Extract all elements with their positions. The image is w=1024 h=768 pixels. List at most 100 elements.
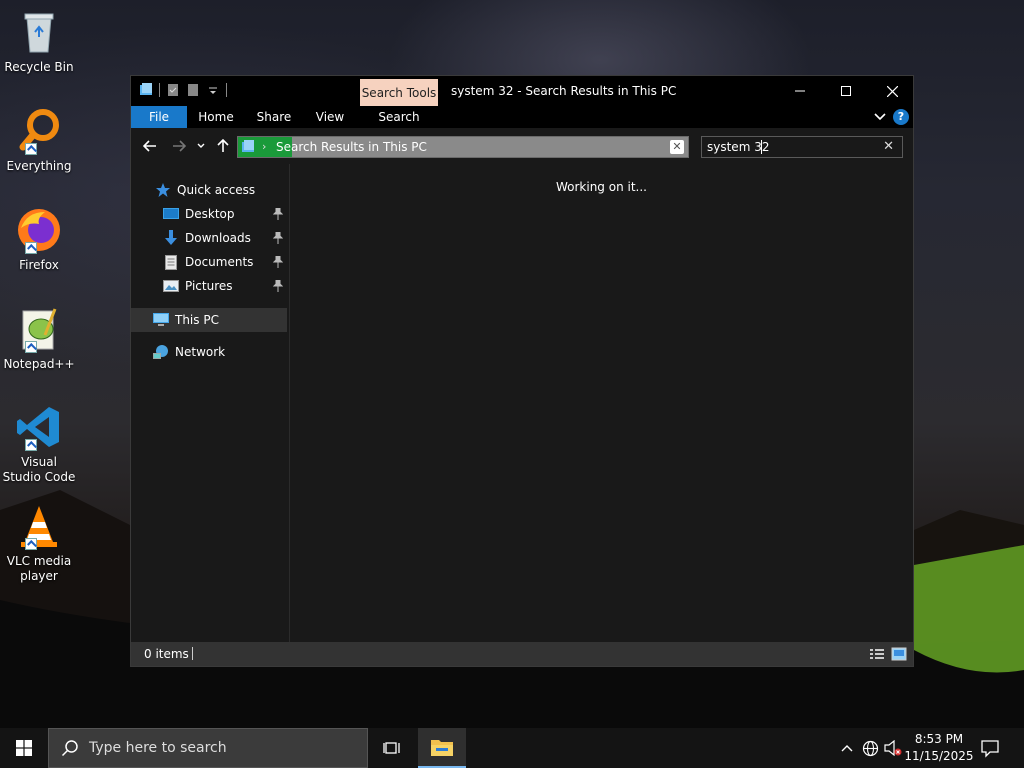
task-view-button[interactable] xyxy=(368,728,416,768)
desktop-icon-everything[interactable]: Everything xyxy=(2,107,76,174)
nav-item-documents[interactable]: Documents xyxy=(131,250,287,274)
search-tools-contextual-tab[interactable]: Search Tools xyxy=(360,79,438,106)
help-icon[interactable]: ? xyxy=(893,109,909,125)
nav-item-network[interactable]: Network xyxy=(131,340,287,364)
navigation-pane: Quick access Desktop Downloads Documents xyxy=(131,164,289,642)
desktop-icon-vlc[interactable]: VLC media player xyxy=(2,502,76,584)
file-list-area[interactable]: Working on it... xyxy=(290,164,913,642)
arrow-up-icon xyxy=(217,139,229,152)
desktop-icon-label: Visual Studio Code xyxy=(2,455,76,484)
nav-item-label: Quick access xyxy=(177,183,256,197)
expand-ribbon-icon[interactable] xyxy=(873,110,887,124)
action-center-icon[interactable] xyxy=(980,738,1000,758)
search-progress-text: Working on it... xyxy=(555,180,647,194)
new-folder-icon[interactable] xyxy=(186,83,200,97)
desktop-icon-firefox[interactable]: Firefox xyxy=(2,206,76,273)
document-icon xyxy=(163,254,179,270)
desktop-icon-notepad-plus-plus[interactable]: Notepad++ xyxy=(2,305,76,372)
pin-icon[interactable] xyxy=(273,256,283,268)
tab-search[interactable]: Search xyxy=(360,106,438,128)
this-pc-icon xyxy=(140,83,152,95)
volume-muted-icon xyxy=(884,740,902,756)
chevron-up-icon xyxy=(841,745,853,752)
taskbar-search-placeholder: Type here to search xyxy=(89,740,227,756)
tab-view[interactable]: View xyxy=(307,106,353,128)
shortcut-arrow-icon xyxy=(25,439,37,451)
desktop-icon-label: Everything xyxy=(6,159,72,173)
minimize-icon xyxy=(795,90,805,92)
toolbar-separator xyxy=(226,83,227,97)
desktop-icon-label: VLC media player xyxy=(6,554,72,583)
nav-item-label: Downloads xyxy=(185,231,251,245)
large-icons-view-icon[interactable] xyxy=(891,647,907,661)
task-view-icon xyxy=(383,742,400,754)
pictures-icon xyxy=(163,278,179,294)
nav-item-desktop[interactable]: Desktop xyxy=(131,202,287,226)
clock-date: 11/15/2025 xyxy=(904,749,974,763)
tab-file[interactable]: File xyxy=(131,106,187,128)
quick-access-toolbar xyxy=(139,83,227,97)
shortcut-arrow-icon xyxy=(25,538,37,550)
firefox-icon xyxy=(15,206,63,254)
search-input[interactable]: system 32 ✕ xyxy=(701,136,903,158)
taskbar-clock[interactable]: 8:53 PM 11/15/2025 xyxy=(904,731,974,765)
volume-tray-button[interactable] xyxy=(884,739,902,757)
star-icon xyxy=(155,182,171,198)
taskbar: Type here to search 8:53 PM 11/15/2025 xyxy=(0,728,1024,768)
desktop-icon-recycle-bin[interactable]: Recycle Bin xyxy=(2,8,76,75)
nav-item-downloads[interactable]: Downloads xyxy=(131,226,287,250)
desktop-icon-label: Firefox xyxy=(19,258,59,272)
properties-icon[interactable] xyxy=(166,83,180,97)
desktop-folder-icon xyxy=(163,206,179,222)
nav-item-label: Network xyxy=(175,345,226,359)
search-results-icon xyxy=(242,140,254,152)
taskbar-file-explorer[interactable] xyxy=(418,728,466,768)
show-hidden-icons-button[interactable] xyxy=(838,739,856,757)
vlc-icon xyxy=(15,502,63,550)
clear-address-button[interactable]: ✕ xyxy=(670,140,684,154)
customize-toolbar-icon[interactable] xyxy=(206,83,220,97)
close-button[interactable] xyxy=(869,76,915,106)
nav-item-quick-access[interactable]: Quick access xyxy=(131,178,287,202)
network-tray-button[interactable] xyxy=(861,739,879,757)
nav-item-label: Pictures xyxy=(185,279,233,293)
windows-logo-icon xyxy=(16,740,32,756)
arrow-right-icon xyxy=(173,140,186,152)
back-button[interactable] xyxy=(140,137,160,155)
pin-icon[interactable] xyxy=(273,280,283,292)
address-bar[interactable]: › Search Results in This PC ✕ xyxy=(237,136,689,158)
recent-locations-button[interactable] xyxy=(193,137,209,155)
item-count: 0 items xyxy=(144,647,189,661)
nav-item-this-pc[interactable]: This PC xyxy=(131,308,287,332)
nav-item-label: Desktop xyxy=(185,207,235,221)
status-separator xyxy=(192,647,193,660)
search-icon xyxy=(61,740,78,757)
tab-share[interactable]: Share xyxy=(249,106,299,128)
details-view-icon[interactable] xyxy=(869,647,885,661)
notepad-plus-plus-icon xyxy=(15,305,63,353)
up-button[interactable] xyxy=(213,137,233,155)
desktop-icon-vscode[interactable]: Visual Studio Code xyxy=(2,403,76,485)
ribbon-tabs: File Home Share View Search ? xyxy=(131,106,913,128)
shortcut-arrow-icon xyxy=(25,143,37,155)
taskbar-search-box[interactable]: Type here to search xyxy=(48,728,368,768)
nav-item-pictures[interactable]: Pictures xyxy=(131,274,287,298)
nav-item-label: Documents xyxy=(185,255,254,269)
navigation-bar: › Search Results in This PC ✕ system 32 … xyxy=(131,128,913,164)
network-icon xyxy=(153,344,169,360)
start-button[interactable] xyxy=(0,728,48,768)
file-explorer-window: Search Tools system 32 - Search Results … xyxy=(130,75,914,667)
shortcut-arrow-icon xyxy=(25,341,37,353)
clock-time: 8:53 PM xyxy=(914,732,964,746)
clear-search-button[interactable]: ✕ xyxy=(883,139,894,154)
maximize-button[interactable] xyxy=(823,76,869,106)
minimize-button[interactable] xyxy=(777,76,823,106)
forward-button[interactable] xyxy=(169,137,189,155)
pin-icon[interactable] xyxy=(273,232,283,244)
tab-home[interactable]: Home xyxy=(191,106,241,128)
pin-icon[interactable] xyxy=(273,208,283,220)
download-arrow-icon xyxy=(163,230,179,246)
computer-icon xyxy=(153,312,169,328)
close-icon xyxy=(886,85,898,97)
nav-item-label: This PC xyxy=(175,313,219,327)
